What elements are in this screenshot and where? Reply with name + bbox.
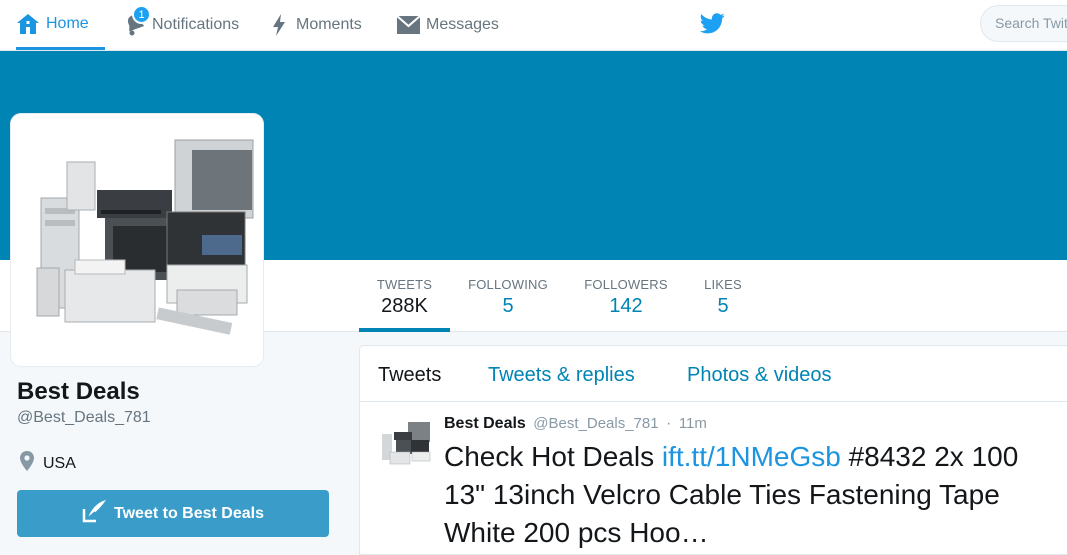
tweet-text-before: Check Hot Deals	[444, 441, 662, 472]
tab-tweets[interactable]: Tweets	[378, 364, 441, 387]
tweet-text: Check Hot Deals ift.tt/1NMeGsb #8432 2x …	[444, 438, 1054, 552]
stat-tweets-label: TWEETS	[376, 277, 433, 292]
profile-handle[interactable]: @Best_Deals_781	[17, 409, 151, 427]
stat-likes[interactable]: LIKES 5	[695, 260, 751, 332]
nav-home-label: Home	[46, 14, 89, 32]
nav-moments[interactable]: Moments	[271, 0, 362, 50]
stat-likes-label: LIKES	[704, 277, 742, 292]
tab-tweets-replies[interactable]: Tweets & replies	[488, 364, 635, 387]
stat-following[interactable]: FOLLOWING 5	[462, 260, 554, 332]
stat-likes-value: 5	[717, 295, 729, 317]
stat-followers[interactable]: FOLLOWERS 142	[578, 260, 674, 332]
envelope-icon	[396, 14, 421, 36]
tweet-timestamp[interactable]: 11m	[679, 415, 707, 432]
tweet-separator: ·	[666, 415, 672, 432]
profile-location: USA	[20, 451, 76, 476]
profile-avatar[interactable]	[11, 114, 263, 366]
notifications-badge: 1	[132, 5, 151, 24]
tweet-link[interactable]: ift.tt/1NMeGsb	[662, 441, 841, 472]
stat-followers-value: 142	[609, 295, 643, 317]
search-input[interactable]	[981, 6, 1067, 40]
timeline-tabs: Tweets Tweets & replies Photos & videos	[360, 346, 1067, 402]
tweet-to-button[interactable]: Tweet to Best Deals	[17, 490, 329, 537]
tweet-avatar[interactable]	[378, 418, 433, 473]
tweet-author-handle[interactable]: @Best_Deals_781	[533, 415, 658, 432]
top-navigation: Home 1 Notifications Moments Messages	[0, 0, 1067, 51]
location-pin-icon	[20, 451, 34, 476]
nav-messages-label: Messages	[426, 16, 499, 33]
home-icon	[16, 13, 40, 35]
tweet-header: Best Deals @Best_Deals_781 · 11m	[444, 415, 707, 433]
stat-following-value: 5	[502, 295, 514, 317]
profile-name[interactable]: Best Deals	[17, 378, 140, 406]
tweet-to-button-label: Tweet to Best Deals	[114, 504, 264, 522]
stat-tweets[interactable]: TWEETS 288K	[359, 260, 450, 332]
tweet-author-name[interactable]: Best Deals	[444, 415, 526, 432]
stat-followers-label: FOLLOWERS	[584, 277, 668, 292]
lightning-icon	[271, 13, 287, 37]
nav-notifications-label: Notifications	[152, 16, 240, 33]
tweet-item[interactable]: Best Deals @Best_Deals_781 · 11m Check H…	[360, 403, 1067, 555]
tab-photos-videos[interactable]: Photos & videos	[687, 364, 832, 387]
nav-messages[interactable]: Messages	[396, 0, 499, 50]
nav-home[interactable]: Home	[16, 0, 105, 50]
search-box[interactable]	[980, 5, 1067, 42]
stat-tweets-value: 288K	[381, 295, 428, 317]
nav-notifications[interactable]: 1 Notifications	[124, 0, 239, 50]
timeline: Tweets Tweets & replies Photos & videos …	[359, 345, 1067, 555]
nav-moments-label: Moments	[296, 16, 362, 33]
quill-icon	[82, 499, 114, 528]
location-text: USA	[43, 454, 76, 472]
stat-following-label: FOLLOWING	[468, 277, 548, 292]
twitter-bird-icon[interactable]	[699, 13, 725, 39]
